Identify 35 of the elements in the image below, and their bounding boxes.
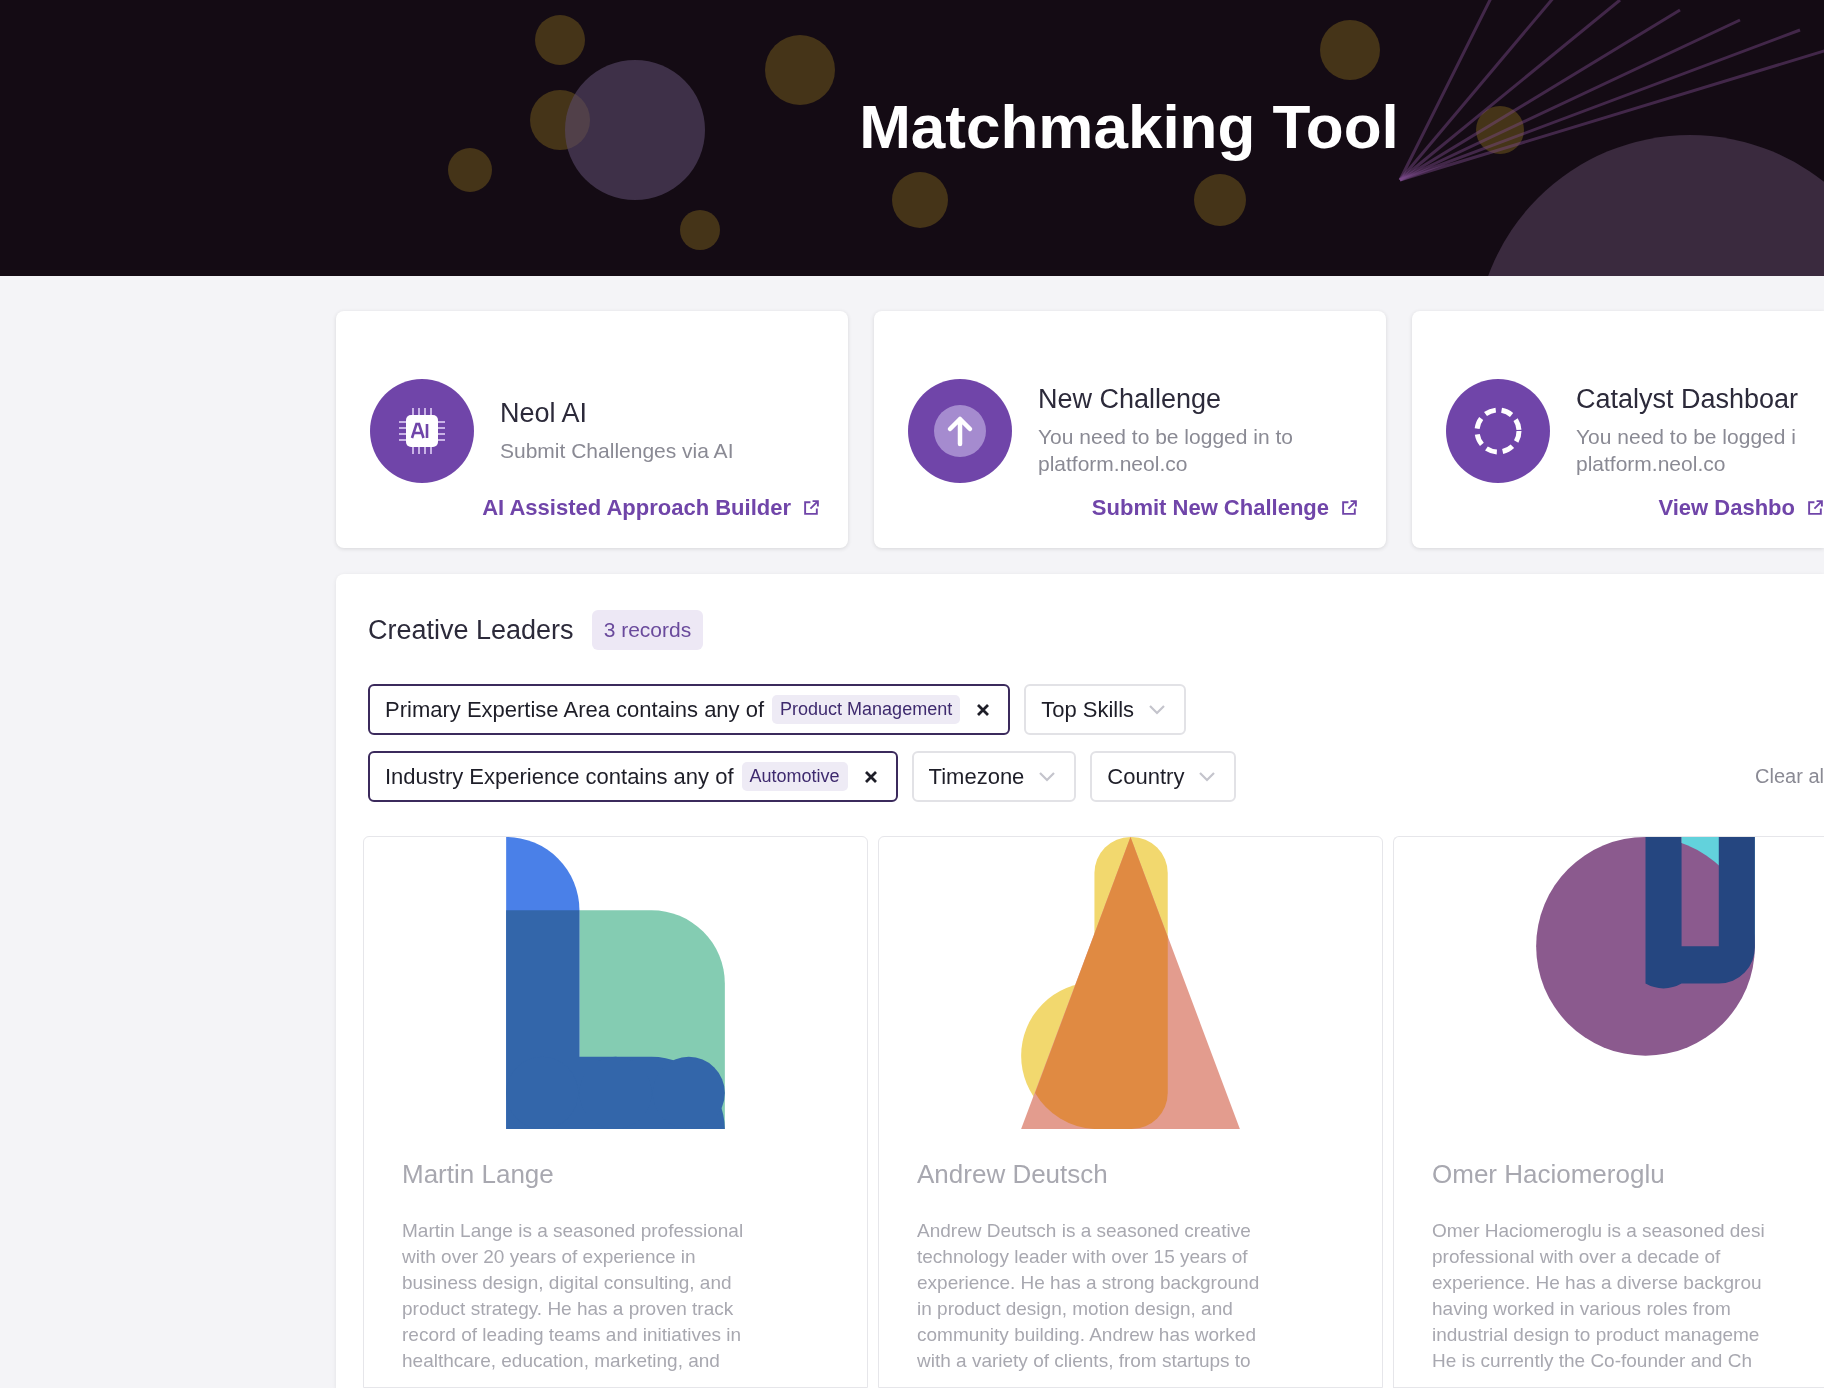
- close-icon[interactable]: [976, 702, 991, 717]
- card-link[interactable]: AI Assisted Approach Builder: [482, 494, 820, 521]
- external-link-icon: [803, 499, 820, 516]
- filter-chip[interactable]: Primary Expertise Area contains any of Product Management: [368, 684, 1011, 735]
- page-title: Matchmaking Tool: [859, 91, 1399, 163]
- dropdown-button[interactable]: Timezone: [911, 751, 1077, 802]
- filter-label: Primary Expertise Area contains any of: [385, 696, 765, 723]
- dropdown-button[interactable]: Country: [1090, 751, 1237, 802]
- filter-value-tag: Automotive: [741, 762, 848, 791]
- card-link[interactable]: View Dashbo: [1658, 494, 1824, 521]
- leader-name: Andrew Deutsch: [917, 1159, 1109, 1190]
- filter-chip[interactable]: Industry Experience contains any of Automotive: [368, 751, 898, 802]
- chevron-down-icon: [1148, 704, 1167, 715]
- card-subtitle: You need to be logged in to platform.neol.co: [1038, 424, 1293, 477]
- arrow-up-icon: [933, 403, 987, 458]
- card-subtitle: You need to be logged i platform.neol.co: [1576, 424, 1797, 477]
- chevron-down-icon: [1038, 771, 1057, 782]
- external-link-icon: [1341, 499, 1358, 516]
- leader-bio: Andrew Deutsch is a seasoned creative technology leader with over 15 years of experience. He has a strong background in product design, motion design, and community building. Andrew has worked with a variety of clients, from startups to: [917, 1219, 1261, 1373]
- leader-name: Martin Lange: [402, 1159, 555, 1190]
- dropdown-button[interactable]: Top Skills: [1024, 684, 1187, 735]
- leader-name: Omer Haciomeroglu: [1432, 1159, 1666, 1190]
- chevron-down-icon: [1198, 771, 1217, 782]
- leader-bio: Martin Lange is a seasoned professional with over 20 years of experience in business design, digital consulting, and product strategy. He has a proven track record of leading teams and initiatives in healthcare, education, marketing, and: [402, 1219, 745, 1373]
- card-title: Neol AI: [500, 397, 589, 429]
- section-title: Creative Leaders: [368, 614, 574, 646]
- filter-label: Industry Experience contains any of: [385, 763, 734, 790]
- leader-bio: Omer Haciomeroglu is a seasoned desi professional with over a decade of experience. He has a diverse backgrou having worked in various roles from industrial design to product manageme He is currently the Co-founder and Ch: [1432, 1219, 1766, 1373]
- filter-value-tag: Product Management: [772, 695, 961, 724]
- card-subtitle: Submit Challenges via AI: [500, 437, 734, 464]
- close-icon[interactable]: [863, 769, 878, 784]
- card-title: Catalyst Dashboar: [1576, 384, 1799, 415]
- card-link[interactable]: Submit New Challenge: [1091, 494, 1358, 521]
- card-title: New Challenge: [1038, 384, 1223, 415]
- record-count-badge: 3 records: [591, 610, 704, 650]
